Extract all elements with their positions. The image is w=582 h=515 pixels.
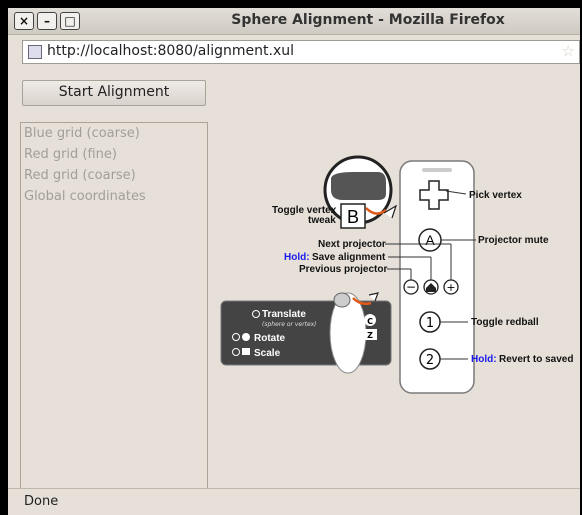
a-button-label: A [425,232,435,248]
stick-bullet-icon [232,348,240,356]
pick-vertex-label: Pick vertex [469,190,522,201]
status-bar: Done [8,488,580,515]
translate-sub-label: (sphere or vertex) [262,321,317,328]
nunchuk-arrow-icon [368,292,379,302]
nunchuk-stick-icon [333,292,351,308]
minus-label: − [406,280,416,294]
c-button-label: C [367,317,373,326]
rotate-label: Rotate [254,333,286,344]
stick-bullet-icon [252,310,260,318]
plus-label: + [446,281,455,294]
toggle-redball-label: Toggle redball [471,317,539,328]
revert-to-saved-label: Revert to saved [499,354,573,365]
z-button-label: Z [367,331,373,340]
previous-projector-label: Previous projector [299,264,387,275]
browser-window: × – □ Sphere Alignment - Mozilla Firefox… [8,8,580,515]
hold-label: Hold: [284,252,310,263]
stick-bullet-icon [232,333,240,341]
toggle-vertex-label-line2: tweak [308,215,336,226]
next-projector-label: Next projector [318,239,386,250]
wiimote-diagram: A − + 1 2 B C Z Translate (sphere or ver… [220,155,573,394]
status-text: Done [24,494,59,509]
scale-label: Scale [254,348,281,359]
save-alignment-label: Save alignment [312,252,386,263]
c-mini-icon [242,333,250,341]
two-button-label: 2 [426,353,434,368]
hold-label: Hold: [471,354,497,365]
wiimote-top-silhouette [331,172,386,200]
projector-mute-label: Projector mute [478,235,549,246]
translate-label: Translate [262,309,306,320]
one-button-label: 1 [426,316,434,331]
z-mini-icon [242,348,250,355]
wiimote-speaker [422,168,452,172]
b-button-label: B [347,207,359,227]
